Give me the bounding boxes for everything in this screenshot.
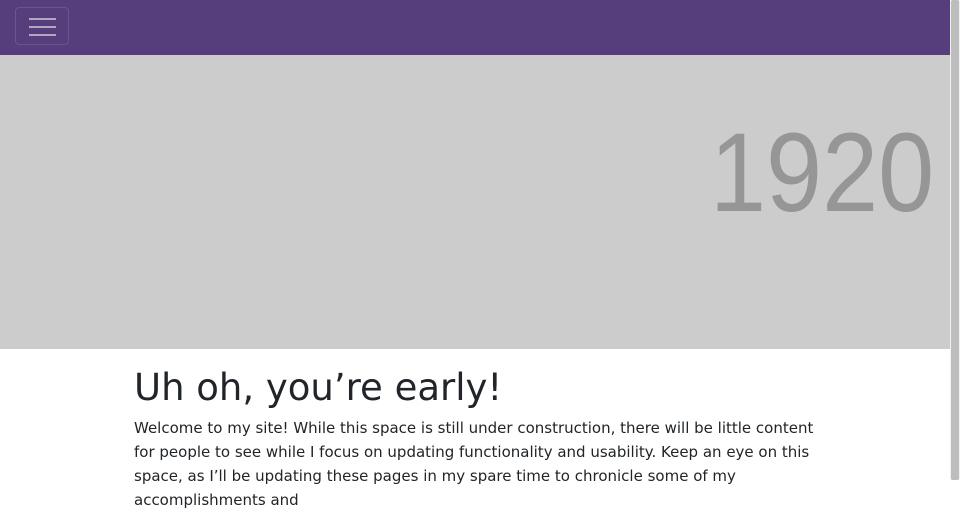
main-content: Uh oh, you’re early! Welcome to my site!… [134,366,824,512]
hero-placeholder-image: 1920 x [0,55,950,349]
page-title: Uh oh, you’re early! [134,366,503,409]
page-scrollbar[interactable] [950,0,960,480]
welcome-paragraph: Welcome to my site! While this space is … [134,419,814,510]
hamburger-menu-icon [29,18,56,36]
hero-placeholder-text: 1920 x [710,110,950,235]
top-navbar [0,0,960,55]
navbar-toggle-button[interactable] [15,7,69,45]
scrollbar-thumb[interactable] [951,0,959,480]
